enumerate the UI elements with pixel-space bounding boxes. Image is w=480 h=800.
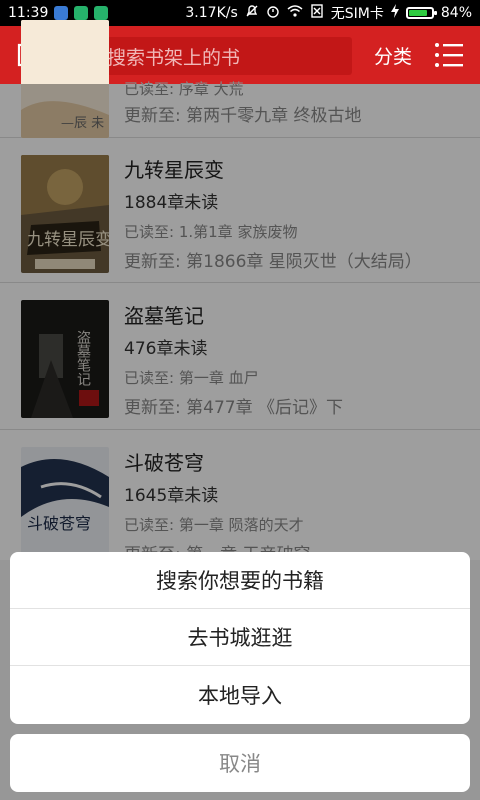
search-input[interactable]: 搜索书架上的书 — [67, 37, 352, 75]
battery-percent: 84% — [440, 5, 472, 21]
sim-status: 无SIM卡 — [330, 6, 384, 22]
wifi-icon — [287, 4, 303, 22]
search-books-option[interactable]: 搜索你想要的书籍 — [10, 552, 470, 609]
browse-store-option[interactable]: 去书城逛逛 — [10, 609, 470, 666]
android-icon — [94, 6, 109, 20]
notification-icon — [74, 6, 89, 20]
charging-icon — [390, 4, 399, 22]
action-sheet: 搜索你想要的书籍 去书城逛逛 本地导入 — [10, 552, 470, 724]
battery-icon — [405, 7, 437, 19]
cancel-button[interactable]: 取消 — [10, 734, 470, 792]
search-placeholder: 搜索书架上的书 — [107, 46, 241, 69]
network-speed: 3.17K/s — [185, 5, 238, 21]
list-menu-icon[interactable] — [434, 41, 464, 69]
usb-icon — [54, 6, 69, 20]
local-import-option[interactable]: 本地导入 — [10, 666, 470, 723]
silent-icon — [245, 4, 259, 22]
category-button[interactable]: 分类 — [374, 42, 412, 69]
no-sim-icon — [310, 4, 324, 22]
status-time: 11:39 — [8, 5, 49, 21]
alarm-icon — [266, 4, 280, 22]
